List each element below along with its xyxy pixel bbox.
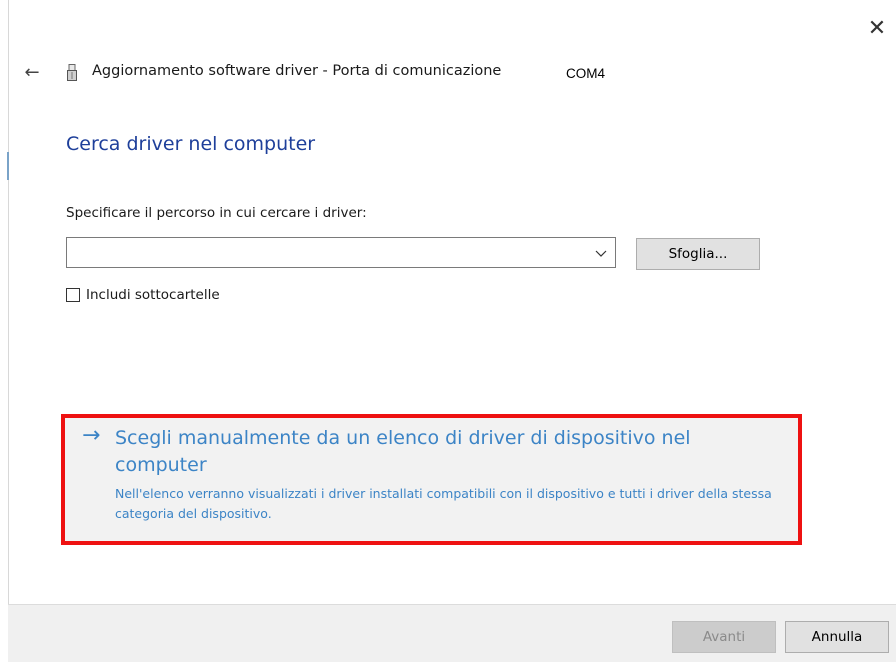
page-heading: Cerca driver nel computer	[66, 133, 316, 155]
port-connector-icon	[66, 64, 78, 81]
close-icon[interactable]: ✕	[862, 14, 892, 44]
path-field-label: Specificare il percorso in cui cercare i…	[66, 205, 367, 221]
dialog-title: Aggiornamento software driver - Porta di…	[92, 63, 502, 79]
include-subfolders-checkbox[interactable]	[66, 288, 80, 302]
next-button[interactable]: Avanti	[672, 621, 776, 653]
back-arrow-icon[interactable]: ←	[20, 61, 44, 85]
driver-update-dialog: ✕ ← Aggiornamento software driver - Port…	[0, 0, 896, 662]
browse-button[interactable]: Sfoglia...	[636, 238, 760, 270]
path-combobox[interactable]	[66, 237, 616, 268]
include-subfolders-label[interactable]: Includi sottocartelle	[86, 287, 220, 303]
window-edge-accent	[7, 152, 9, 180]
chevron-down-icon[interactable]	[593, 244, 609, 262]
cancel-button[interactable]: Annulla	[785, 621, 889, 653]
device-port-name: COM4	[566, 66, 606, 81]
red-highlight-annotation	[61, 414, 802, 545]
path-input[interactable]	[71, 242, 585, 265]
window-left-border	[8, 0, 9, 661]
dialog-footer: Avanti Annulla	[8, 604, 896, 662]
